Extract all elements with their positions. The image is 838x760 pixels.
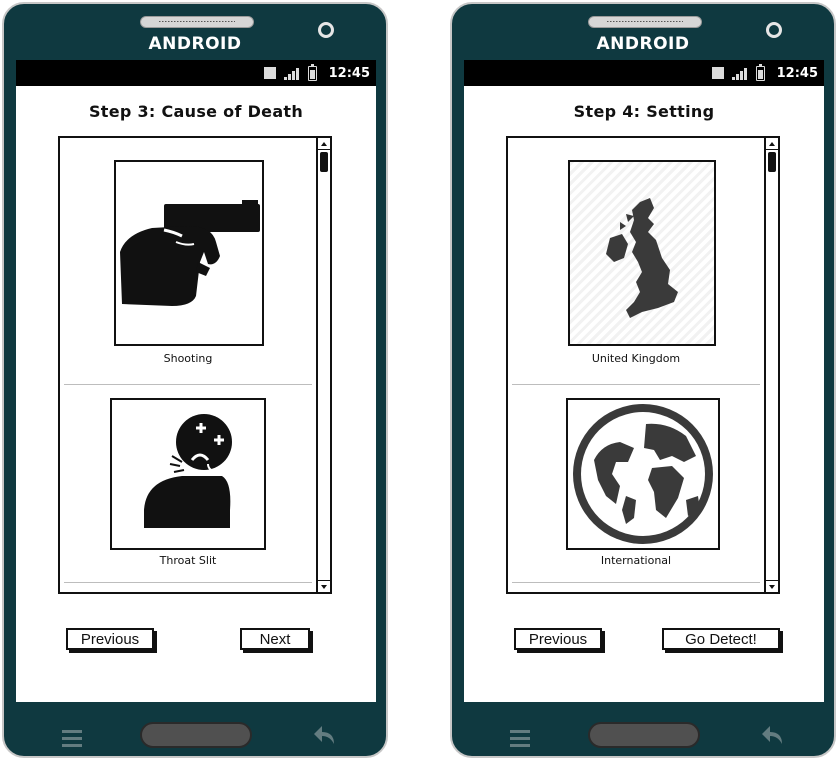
home-button[interactable]	[588, 722, 700, 748]
throat-slit-icon	[110, 398, 266, 550]
screen: Step 4: Setting United Kingdom Internati…	[464, 86, 824, 702]
phone-frame-left: ANDROID 12:45 Step 3: Cause of Death Sho…	[2, 2, 388, 758]
speaker-grille	[588, 16, 702, 28]
signal-icon	[731, 66, 748, 80]
camera-icon	[318, 22, 334, 38]
option-list[interactable]: United Kingdom International	[506, 136, 780, 594]
option-list[interactable]: Shooting Throat Slit	[58, 136, 332, 594]
battery-icon	[755, 63, 765, 81]
back-arrow-icon[interactable]	[760, 722, 786, 748]
previous-button[interactable]: Previous	[66, 628, 154, 650]
vertical-scrollbar[interactable]	[764, 138, 778, 592]
home-button[interactable]	[140, 722, 252, 748]
nav-bar	[452, 704, 834, 756]
scroll-up-icon[interactable]	[766, 138, 778, 150]
go-detect-button[interactable]: Go Detect!	[662, 628, 780, 650]
status-time: 12:45	[328, 65, 370, 81]
page-title: Step 4: Setting	[573, 102, 715, 121]
status-time: 12:45	[776, 65, 818, 81]
speaker-grille	[140, 16, 254, 28]
scroll-down-icon[interactable]	[766, 580, 778, 592]
handgun-icon	[114, 160, 264, 346]
menu-icon[interactable]	[62, 730, 82, 751]
list-item-label: International	[600, 554, 672, 567]
nav-bar	[4, 704, 386, 756]
list-item-label: United Kingdom	[591, 352, 681, 365]
list-item-label: Shooting	[163, 352, 213, 365]
scroll-thumb[interactable]	[320, 152, 328, 172]
list-divider	[64, 582, 312, 583]
back-arrow-icon[interactable]	[312, 722, 338, 748]
list-divider	[64, 384, 312, 385]
globe-icon	[566, 398, 720, 550]
status-bar: 12:45	[464, 60, 824, 86]
page-title: Step 3: Cause of Death	[88, 102, 304, 121]
menu-icon[interactable]	[510, 730, 530, 751]
scroll-down-icon[interactable]	[318, 580, 330, 592]
camera-icon	[766, 22, 782, 38]
notification-icon	[711, 67, 724, 79]
list-divider	[512, 384, 760, 385]
screen: Step 3: Cause of Death Shooting Throat S…	[16, 86, 376, 702]
list-divider	[512, 582, 760, 583]
scroll-thumb[interactable]	[768, 152, 776, 172]
signal-icon	[283, 66, 300, 80]
vertical-scrollbar[interactable]	[316, 138, 330, 592]
battery-icon	[307, 63, 317, 81]
notification-icon	[263, 67, 276, 79]
list-item-label: Throat Slit	[159, 554, 217, 567]
previous-button[interactable]: Previous	[514, 628, 602, 650]
uk-map-icon	[568, 160, 716, 346]
scroll-up-icon[interactable]	[318, 138, 330, 150]
phone-frame-right: ANDROID 12:45 Step 4: Setting United Kin…	[450, 2, 836, 758]
status-bar: 12:45	[16, 60, 376, 86]
next-button[interactable]: Next	[240, 628, 310, 650]
